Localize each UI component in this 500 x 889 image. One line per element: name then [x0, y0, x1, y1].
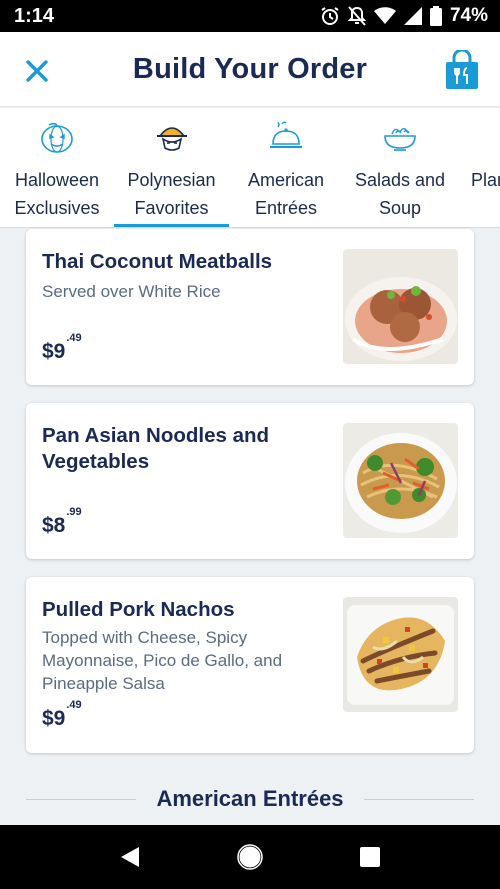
price-dollars: $9 — [42, 340, 66, 363]
tab-label: American Entrées — [247, 170, 325, 218]
active-tab-indicator — [114, 224, 229, 227]
price-cents: .49 — [66, 332, 82, 344]
tab-plant-based[interactable]: Plan — [457, 108, 500, 227]
divider — [26, 798, 137, 800]
menu-item-card[interactable]: Pan Asian Noodles and Vegetables $8.99 — [26, 403, 474, 559]
item-price: $8.99 — [42, 506, 82, 538]
item-price: $9.49 — [42, 332, 82, 364]
price-dollars: $9 — [42, 707, 66, 730]
tab-label: Plan — [471, 170, 500, 190]
close-button[interactable] — [22, 56, 52, 86]
price-cents: .49 — [66, 699, 82, 711]
alarm-icon — [321, 7, 339, 25]
item-name: Thai Coconut Meatballs — [42, 250, 273, 273]
item-description: Topped with Cheese, Spicy Mayonnaise, Pi… — [42, 628, 283, 693]
home-button[interactable] — [230, 837, 270, 877]
tab-polynesian-favorites[interactable]: Polynesian Favorites — [114, 108, 229, 227]
price-cents: .99 — [66, 506, 82, 518]
status-bar: 1:14 74% — [0, 0, 500, 32]
item-description: Served over White Rice — [42, 282, 221, 301]
status-time: 1:14 — [14, 4, 55, 27]
tab-label: Salads and Soup — [354, 170, 446, 218]
tab-label: Polynesian Favorites — [127, 170, 216, 218]
tab-american-entrees[interactable]: American Entrées — [229, 108, 343, 227]
pumpkin-icon — [41, 122, 73, 153]
back-button[interactable] — [110, 837, 150, 877]
price-dollars: $8 — [42, 514, 66, 537]
app-header: Build Your Order — [0, 32, 500, 107]
salad-bowl-icon — [384, 128, 416, 151]
close-icon — [26, 60, 48, 82]
menu-item-card[interactable]: Thai Coconut Meatballs Served over White… — [26, 229, 474, 385]
recents-button[interactable] — [350, 837, 390, 877]
recents-square-icon — [360, 847, 380, 867]
tiki-dish-icon — [156, 127, 187, 151]
tab-label: Halloween Exclusives — [14, 170, 100, 218]
section-heading-american-entrees: American Entrées — [0, 780, 500, 818]
home-circle-icon — [237, 844, 263, 870]
tab-halloween-exclusives[interactable]: Halloween Exclusives — [0, 108, 114, 227]
signal-icon — [403, 7, 422, 25]
divider — [363, 798, 474, 800]
tab-salads-and-soup[interactable]: Salads and Soup — [343, 108, 457, 227]
order-bag-button[interactable] — [444, 48, 480, 90]
section-title: American Entrées — [156, 786, 344, 811]
system-nav-bar — [0, 825, 500, 889]
item-photo — [343, 249, 458, 364]
battery-percent: 74% — [449, 5, 488, 26]
menu-item-card[interactable]: Pulled Pork Nachos Topped with Cheese, S… — [26, 577, 474, 753]
wifi-icon — [373, 7, 396, 24]
item-name: Pan Asian Noodles and Vegetables — [42, 424, 270, 473]
page-title: Build Your Order — [132, 52, 368, 85]
status-icons: 74% — [320, 5, 488, 27]
battery-icon — [429, 6, 442, 26]
notifications-off-icon — [347, 6, 366, 26]
item-photo — [343, 597, 458, 712]
back-triangle-icon — [121, 847, 139, 867]
item-name: Pulled Pork Nachos — [42, 598, 235, 621]
item-price: $9.49 — [42, 699, 82, 731]
shopping-bag-icon — [446, 48, 478, 89]
cloche-icon — [270, 121, 302, 148]
category-tabs: Halloween Exclusives Polynesian Favorite… — [0, 108, 500, 228]
item-photo — [343, 423, 458, 538]
